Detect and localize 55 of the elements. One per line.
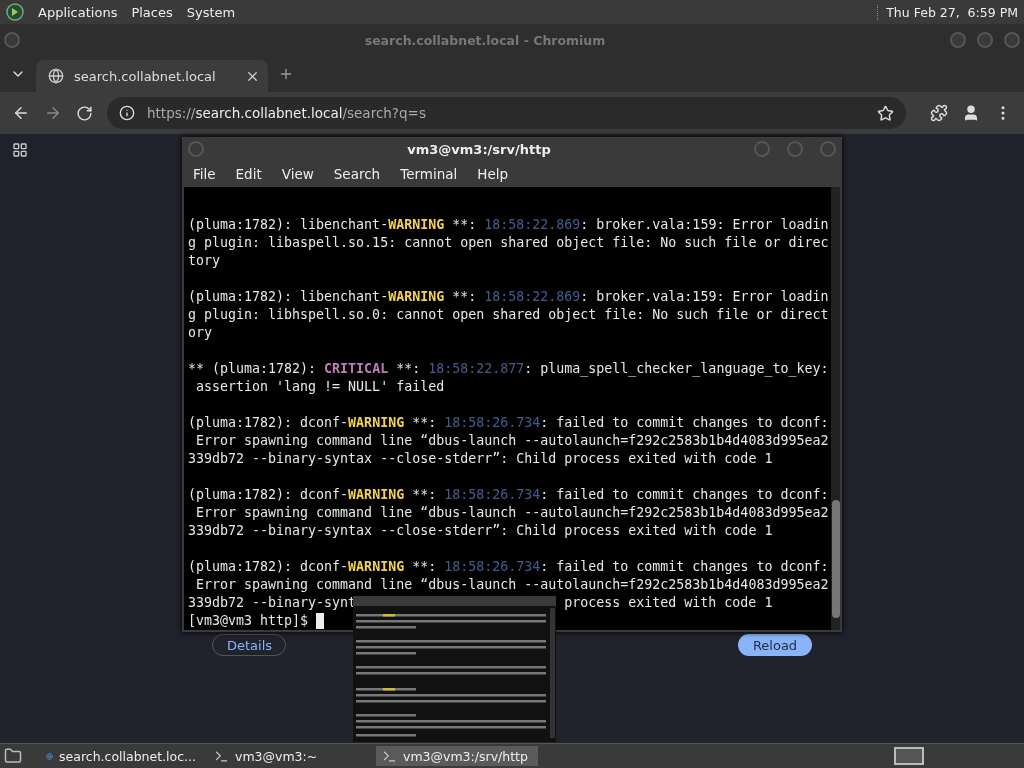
menu-item[interactable]: Search [333, 166, 381, 183]
address-bar[interactable]: https://search.collabnet.local/search?q=s [107, 97, 906, 129]
forward-icon[interactable] [44, 104, 62, 122]
workspace-switcher[interactable] [894, 747, 924, 765]
menu-item[interactable]: View [281, 166, 314, 183]
menu-item[interactable]: Terminal [400, 166, 458, 183]
clock[interactable]: Thu Feb 27, 6:59 PM [877, 4, 1018, 20]
terminal-line: g plugin: libhspell.so.0: cannot open shared object file: No such file or direct [188, 306, 829, 324]
terminal-line: tory [188, 252, 222, 270]
panel-menu[interactable]: System [186, 4, 236, 20]
window-title: search.collabnet.local - Chromium [363, 32, 607, 48]
terminal-line: Error spawning command line “dbus-launch --autolaunch=f292c2583b1b4d4083d995ea2 [195, 504, 829, 522]
scrollbar[interactable] [831, 187, 840, 630]
menu-item[interactable]: Edit [235, 166, 262, 183]
terminal-line: assertion 'lang != NULL' failed [195, 378, 446, 396]
terminal-line: (pluma:1782): libenchant-WARNING **: 18:58:22.869: broker.vala:159: Error loadin [188, 288, 829, 306]
terminal-icon [382, 748, 397, 764]
extensions-icon[interactable] [930, 104, 948, 122]
terminal-line: g plugin: libaspell.so.15: cannot open shared object file: No such file or direc [188, 234, 829, 252]
cursor [316, 613, 325, 629]
terminal-line: 339db72 --binary-syntax --close-stderr”: Child process exited with code 1 [188, 522, 774, 540]
shell-prompt: [vm3@vm3 http]$ [188, 613, 309, 628]
url-text: https://search.collabnet.local/search?q=s [147, 105, 426, 121]
menu-item[interactable]: Help [477, 166, 509, 183]
menu-item[interactable]: File [193, 166, 216, 183]
bookmark-star-icon[interactable] [877, 104, 894, 122]
panel-menu[interactable]: Applications [38, 4, 118, 20]
panel-menu[interactable]: Places [131, 4, 173, 20]
new-tab-icon[interactable] [278, 66, 294, 82]
globe-icon [48, 68, 64, 84]
reload-icon[interactable] [76, 104, 93, 122]
terminal-line: Error spawning command line “dbus-launch --autolaunch=f292c2583b1b4d4083d995ea2 [195, 576, 829, 594]
terminal-line: 339db72 --binary-syntax --close-stderr”: Child process exited with code 1 [188, 450, 774, 468]
profile-icon[interactable] [962, 104, 980, 122]
reload-button[interactable]: Reload [738, 634, 812, 656]
taskbar-item[interactable]: vm3@vm3:/srv/http [376, 746, 538, 766]
terminal-line: (pluma:1782): dconf-WARNING **: 18:58:26.734: failed to commit changes to dconf: [188, 414, 829, 432]
back-icon[interactable] [12, 104, 30, 122]
browser-tab[interactable]: search.collabnet.local [36, 60, 268, 92]
terminal-logo-icon[interactable] [6, 3, 24, 21]
terminal-line: ** (pluma:1782): CRITICAL **: 18:58:22.877: pluma_spell_checker_language_to_key: [188, 360, 829, 378]
terminal-line: (pluma:1782): libenchant-WARNING **: 18:58:22.869: broker.vala:159: Error loadin [188, 216, 829, 234]
info-icon[interactable] [119, 105, 135, 121]
terminal-line: ory [188, 324, 214, 342]
taskbar-item[interactable]: search.collabnet.loc... [40, 746, 202, 766]
terminal-line: Error spawning command line “dbus-launch --autolaunch=f292c2583b1b4d4083d995ea2 [195, 432, 829, 450]
terminal-text: process exited with code 1 [564, 595, 773, 610]
show-desktop-icon[interactable] [4, 747, 22, 765]
terminal-line: (pluma:1782): dconf-WARNING **: 18:58:26.734: failed to commit changes to dconf: [188, 486, 829, 504]
window-title: vm3@vm3:/srv/http [406, 141, 552, 157]
terminal-text: 339db72 --binary-synt [188, 595, 357, 610]
terminal-line: (pluma:1782): dconf-WARNING **: 18:58:26.734: failed to commit changes to dconf: [188, 558, 829, 576]
terminal-icon [214, 748, 229, 764]
apps-grid-icon[interactable] [12, 142, 28, 158]
taskbar-item[interactable]: vm3@vm3:~ [208, 746, 370, 766]
